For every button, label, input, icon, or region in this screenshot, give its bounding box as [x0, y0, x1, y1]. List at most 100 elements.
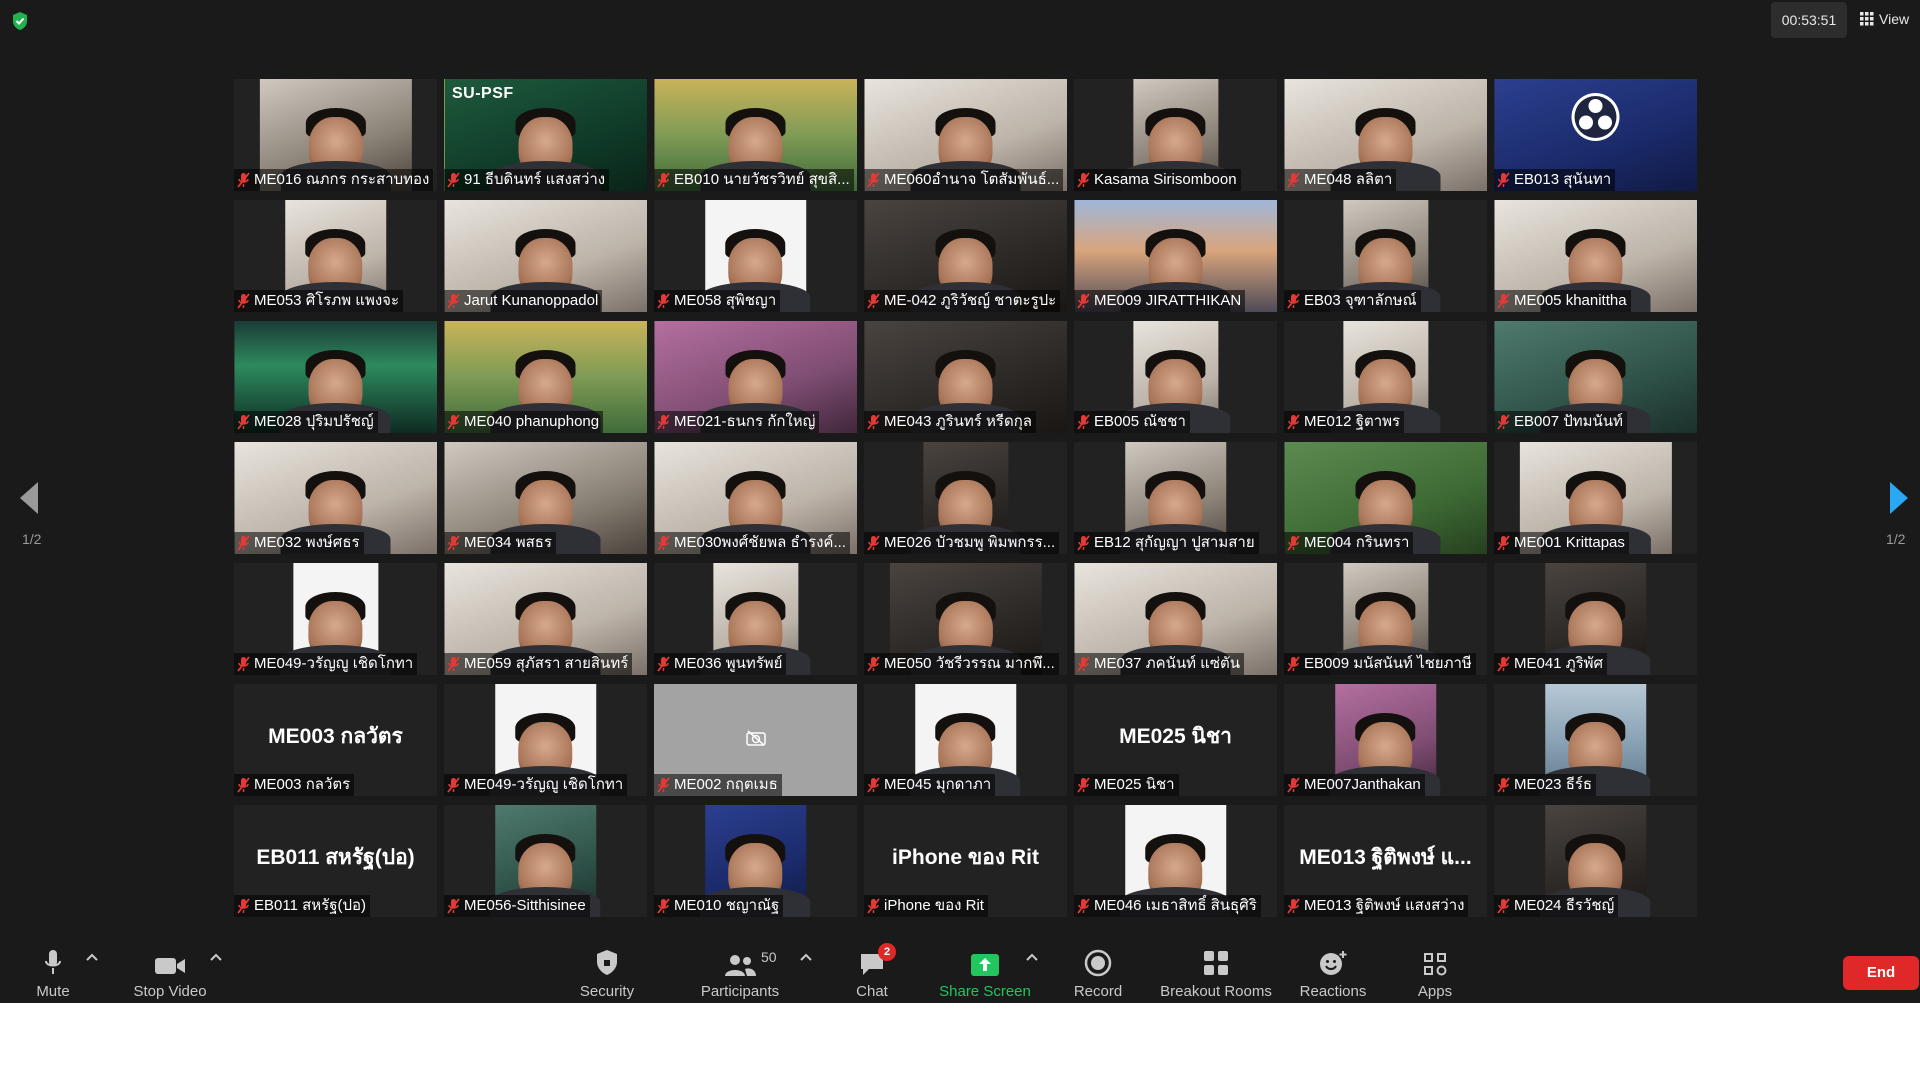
- participant-tile[interactable]: ME001 Krittapas: [1494, 442, 1697, 554]
- participant-name: ME045 มุกดาภา: [884, 776, 992, 793]
- participant-tile[interactable]: ME045 มุกดาภา: [864, 684, 1067, 796]
- previous-page-arrow-icon[interactable]: [18, 480, 40, 516]
- share-screen-button[interactable]: Share Screen: [938, 937, 1032, 1003]
- participant-name: ME-042 ภูริวัชญ์ ชาตะรูปะ: [884, 292, 1057, 309]
- muted-microphone-icon: [657, 777, 670, 793]
- muted-microphone-icon: [1287, 777, 1300, 793]
- participant-tile[interactable]: Kasama Sirisomboon: [1074, 79, 1277, 191]
- participant-name: EB013 สุนันทา: [1514, 171, 1612, 188]
- participant-tile[interactable]: ME046 เมธาสิทธิ์ สินธุศิริ: [1074, 805, 1277, 917]
- participant-tile[interactable]: ME025 นิชา ME025 นิชา: [1074, 684, 1277, 796]
- participant-tile[interactable]: ME004 กรินทรา: [1284, 442, 1487, 554]
- view-button[interactable]: View: [1860, 6, 1909, 32]
- muted-microphone-icon: [1497, 172, 1510, 188]
- participant-tile[interactable]: ME016 ณภกร กระสาบทอง: [234, 79, 437, 191]
- participant-tile[interactable]: ME026 บัวชมพู พิมพกรร...: [864, 442, 1067, 554]
- participant-tile[interactable]: EB009 มนัสนันท์ ไชยภาษี: [1284, 563, 1487, 675]
- apps-label: Apps: [1417, 983, 1453, 1000]
- security-button[interactable]: Security: [572, 937, 642, 1003]
- participant-name-label: ME058 สุพิชญา: [654, 290, 781, 312]
- participant-tile[interactable]: ME037 ภคนันท์ แซ่ตัน: [1074, 563, 1277, 675]
- participant-tile[interactable]: ME050 วัชรีวรรณ มากพึ...: [864, 563, 1067, 675]
- end-meeting-button[interactable]: End: [1843, 956, 1919, 990]
- participant-tile[interactable]: ME053 ศิโรภพ แพงจะ: [234, 200, 437, 312]
- video-options-caret-icon[interactable]: [210, 953, 222, 961]
- share-options-caret-icon[interactable]: [1026, 953, 1038, 961]
- participant-name: ME007Janthakan: [1304, 776, 1421, 793]
- muted-microphone-icon: [447, 535, 460, 551]
- participant-tile[interactable]: ME021-ธนกร กักใหญ่: [654, 321, 857, 433]
- participants-button[interactable]: Participants: [696, 937, 784, 1003]
- record-button[interactable]: Record: [1068, 937, 1128, 1003]
- participant-tile[interactable]: ME032 พงษ์ศธร: [234, 442, 437, 554]
- participant-tile[interactable]: EB005 ณัชชา: [1074, 321, 1277, 433]
- muted-microphone-icon: [657, 293, 670, 309]
- participant-name: ME037 ภคนันท์ แซ่ตัน: [1094, 655, 1241, 672]
- participant-tile[interactable]: ME010 ชญาณัฐ: [654, 805, 857, 917]
- reactions-button[interactable]: Reactions: [1298, 937, 1368, 1003]
- participant-name-label: ME025 นิชา: [1074, 774, 1179, 796]
- participant-name: ME005 khanittha: [1514, 292, 1627, 309]
- participant-tile[interactable]: ME024 ธีรวัชญ์: [1494, 805, 1697, 917]
- participant-tile[interactable]: ME041 ภูริพัศ: [1494, 563, 1697, 675]
- participant-tile[interactable]: SU-PSF 91 ธีบดินทร์ แสงสว่าง: [444, 79, 647, 191]
- participant-tile[interactable]: ME009 JIRATTHIKAN: [1074, 200, 1277, 312]
- stop-video-button[interactable]: Stop Video: [130, 937, 210, 1003]
- apps-button[interactable]: Apps: [1412, 937, 1458, 1003]
- participant-tile[interactable]: ME058 สุพิชญา: [654, 200, 857, 312]
- muted-microphone-icon: [1077, 414, 1090, 430]
- share-screen-label: Share Screen: [939, 983, 1031, 1000]
- participant-name: ME023 ธีร์ธ: [1514, 776, 1593, 793]
- muted-microphone-icon: [1497, 777, 1510, 793]
- audio-options-caret-icon[interactable]: [86, 953, 98, 961]
- participant-tile[interactable]: ME012 ฐิตาพร: [1284, 321, 1487, 433]
- muted-microphone-icon: [447, 777, 460, 793]
- participant-tile[interactable]: ME059 สุภัสรา สายสินทร์: [444, 563, 647, 675]
- participant-name: Kasama Sirisomboon: [1094, 171, 1237, 188]
- participant-name: ME041 ภูริพัศ: [1514, 655, 1604, 672]
- participant-tile[interactable]: ME002 กฤตเมธ: [654, 684, 857, 796]
- participant-tile[interactable]: ME049-วรัญญู เชิดโกทา: [234, 563, 437, 675]
- participant-tile[interactable]: ME056-Sitthisinee: [444, 805, 647, 917]
- participant-tile[interactable]: EB010 นายวัชรวิทย์ สุขสิ...: [654, 79, 857, 191]
- participant-tile[interactable]: EB013 สุนันทา: [1494, 79, 1697, 191]
- participant-tile[interactable]: ME030พงศ์ชัยพล ธำรงค์...: [654, 442, 857, 554]
- muted-microphone-icon: [447, 898, 460, 914]
- meeting-timer: 00:53:51: [1771, 2, 1847, 38]
- participant-tile[interactable]: ME003 กลวัตร ME003 กลวัตร: [234, 684, 437, 796]
- muted-microphone-icon: [867, 172, 880, 188]
- participant-tile[interactable]: ME040 phanuphong: [444, 321, 647, 433]
- participant-tile[interactable]: ME007Janthakan: [1284, 684, 1487, 796]
- participant-tile[interactable]: ME013 ฐิติพงษ์ แ... ME013 ฐิติพงษ์ แสงสว่…: [1284, 805, 1487, 917]
- participants-options-caret-icon[interactable]: [800, 953, 812, 961]
- participant-tile[interactable]: ME-042 ภูริวัชญ์ ชาตะรูปะ: [864, 200, 1067, 312]
- participant-display-name: ME013 ฐิติพงษ์ แ...: [1299, 846, 1472, 869]
- participant-name: ME012 ฐิตาพร: [1304, 413, 1401, 430]
- participant-tile[interactable]: ME043 ภูรินทร์ หรีดกุล: [864, 321, 1067, 433]
- participant-tile[interactable]: ME028 ปุริมปรัชญ์: [234, 321, 437, 433]
- participant-tile[interactable]: ME049-วรัญญู เชิดโกทา: [444, 684, 647, 796]
- muted-microphone-icon: [1497, 898, 1510, 914]
- encryption-shield-icon[interactable]: [11, 11, 29, 31]
- participant-tile[interactable]: ME034 พสธร: [444, 442, 647, 554]
- breakout-rooms-label: Breakout Rooms: [1160, 983, 1272, 1000]
- next-page-arrow-icon[interactable]: [1888, 480, 1910, 516]
- participant-tile[interactable]: ME036 พูนทรัพย์: [654, 563, 857, 675]
- participant-tile[interactable]: Jarut Kunanoppadol: [444, 200, 647, 312]
- participant-name-label: EB013 สุนันทา: [1494, 169, 1616, 191]
- participant-tile[interactable]: EB12 สุกัญญา ปูสามสาย: [1074, 442, 1277, 554]
- participant-tile[interactable]: ME023 ธีร์ธ: [1494, 684, 1697, 796]
- participant-tile[interactable]: EB007 ปัทมนันท์: [1494, 321, 1697, 433]
- participant-tile[interactable]: ME005 khanittha: [1494, 200, 1697, 312]
- mute-button[interactable]: Mute: [28, 937, 78, 1003]
- participant-name-label: ME046 เมธาสิทธิ์ สินธุศิริ: [1074, 895, 1261, 917]
- participant-tile[interactable]: EB03 จุฑาลักษณ์: [1284, 200, 1487, 312]
- participant-tile[interactable]: ME048 ลลิตา: [1284, 79, 1487, 191]
- participant-tile[interactable]: EB011 สหรัฐ(ปอ) EB011 สหรัฐ(ปอ): [234, 805, 437, 917]
- muted-microphone-icon: [447, 656, 460, 672]
- muted-microphone-icon: [1497, 293, 1510, 309]
- muted-microphone-icon: [657, 898, 670, 914]
- participant-tile[interactable]: iPhone ของ Rit iPhone ของ Rit: [864, 805, 1067, 917]
- breakout-rooms-button[interactable]: Breakout Rooms: [1156, 937, 1276, 1003]
- participant-tile[interactable]: ME060อำนาจ โตสัมพันธ์...: [864, 79, 1067, 191]
